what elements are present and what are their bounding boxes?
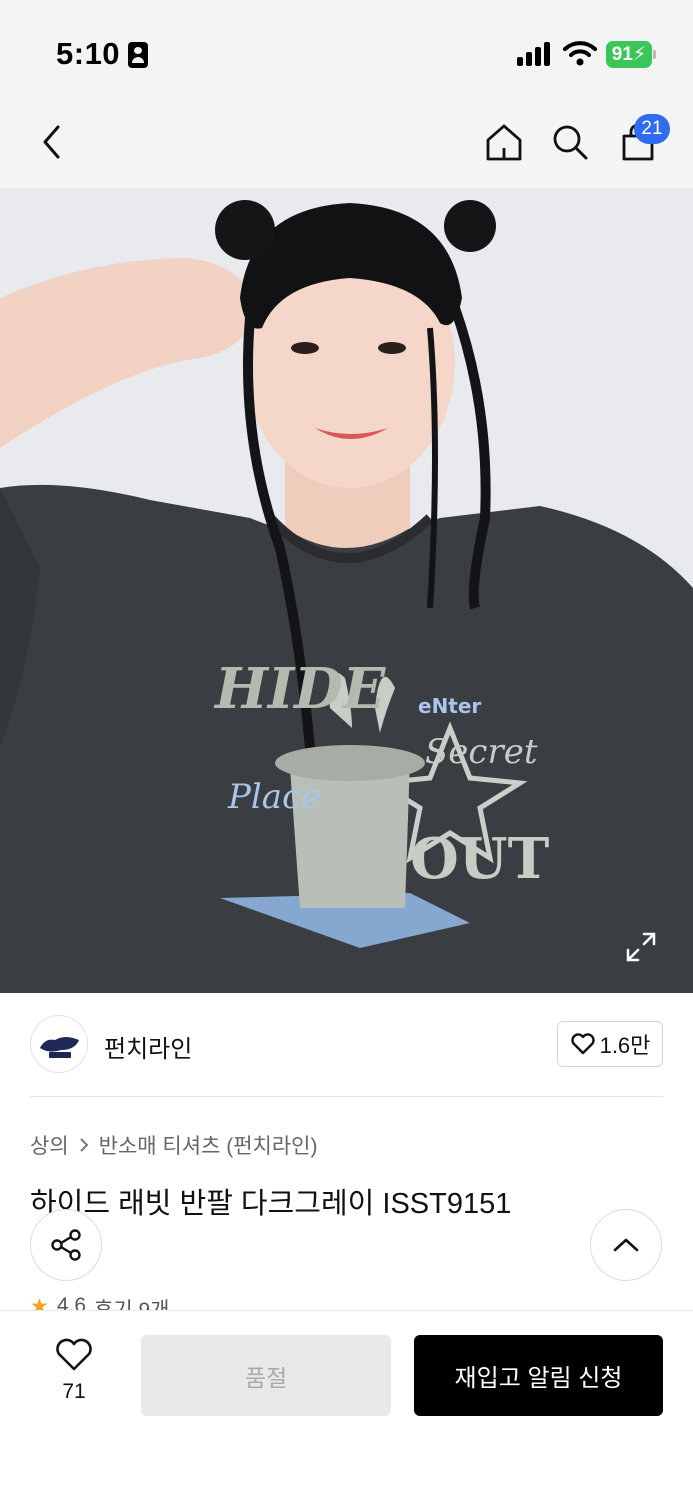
brand-name[interactable]: 펀치라인: [104, 1029, 192, 1064]
svg-text:Place: Place: [227, 777, 321, 817]
battery-indicator: 91⚡: [606, 41, 656, 68]
rating-row[interactable]: ★ 4.6 후기 9개: [30, 1294, 170, 1311]
battery-level: 91: [611, 44, 633, 65]
back-button[interactable]: [28, 118, 76, 166]
search-button[interactable]: [546, 118, 594, 166]
cart-count-badge: 21: [634, 114, 670, 144]
chevron-right-icon: [79, 1138, 89, 1152]
brand-logo-mark: [40, 1037, 79, 1058]
review-count: 후기 9개: [94, 1299, 170, 1311]
model-photo: HIDE eNter Secret Place OUT: [0, 188, 693, 993]
brand-logo[interactable]: [30, 1015, 88, 1073]
wish-count: 71: [62, 1380, 86, 1403]
heart-icon: [570, 1033, 595, 1055]
id-card-icon: [128, 42, 148, 68]
breadcrumb-category[interactable]: 상의: [30, 1130, 69, 1160]
chevron-left-icon: [43, 125, 60, 159]
product-title: 하이드 래빗 반팔 다크그레이 ISST9151: [30, 1188, 512, 1220]
restock-alert-button[interactable]: 재입고 알림 신청: [414, 1335, 663, 1416]
chevron-up-icon: [613, 1238, 639, 1252]
status-bar: 5:10 91⚡: [0, 0, 693, 100]
product-image[interactable]: HIDE eNter Secret Place OUT: [0, 188, 693, 993]
breadcrumb-subcategory[interactable]: 반소매 티셔츠 (펀치라인): [99, 1130, 318, 1160]
wish-button[interactable]: 71: [44, 1337, 104, 1404]
cellular-signal-icon: [517, 42, 553, 66]
svg-text:OUT: OUT: [410, 826, 550, 892]
svg-text:HIDE: HIDE: [213, 656, 387, 722]
brand-row: 펀치라인 1.6만: [0, 993, 693, 1097]
svg-text:Secret: Secret: [425, 732, 538, 772]
home-icon: [486, 124, 522, 161]
wifi-icon: [563, 41, 597, 66]
top-navigation: [0, 100, 693, 188]
heart-icon: [56, 1338, 92, 1371]
share-button[interactable]: [30, 1209, 102, 1281]
bottom-action-bar: 71 품절 재입고 알림 신청: [0, 1310, 693, 1500]
soldout-button[interactable]: 품절: [141, 1335, 391, 1416]
breadcrumb: 상의 반소매 티셔츠 (펀치라인): [30, 1130, 318, 1160]
status-time: 5:10: [56, 36, 121, 71]
share-icon: [51, 1229, 81, 1261]
brand-like-button[interactable]: 1.6만: [557, 1021, 663, 1067]
expand-icon[interactable]: [622, 928, 660, 966]
scroll-top-button[interactable]: [590, 1209, 662, 1281]
home-button[interactable]: [480, 118, 528, 166]
brand-like-count: 1.6만: [599, 1033, 651, 1058]
search-icon: [553, 125, 588, 160]
star-icon: ★: [30, 1295, 49, 1311]
rating-score: 4.6: [56, 1294, 87, 1311]
divider: [30, 1096, 663, 1097]
svg-text:eNter: eNter: [418, 694, 481, 718]
